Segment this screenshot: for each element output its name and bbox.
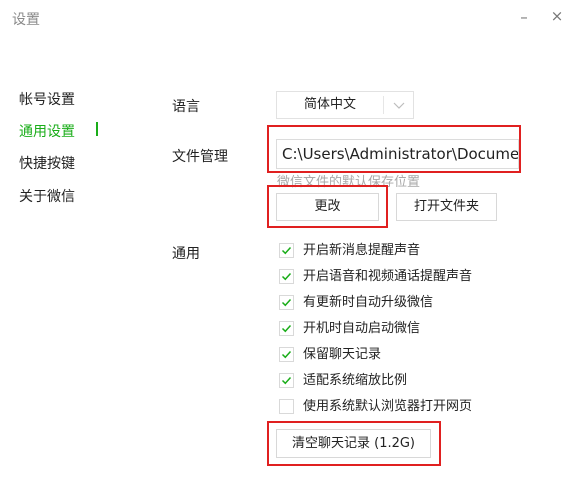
file-management-label: 文件管理 — [172, 149, 228, 165]
option-label: 保留聊天记录 — [303, 347, 382, 362]
checkbox[interactable] — [279, 295, 294, 310]
option-label: 开机时自动启动微信 — [303, 321, 421, 336]
checkbox[interactable] — [279, 399, 294, 414]
sidebar-item-about[interactable]: 关于微信 — [19, 186, 75, 206]
active-indicator — [96, 122, 98, 136]
sidebar-item-general[interactable]: 通用设置 — [19, 121, 75, 141]
window-title: 设置 — [12, 12, 40, 28]
highlight-box-path — [267, 125, 521, 173]
chevron-down-icon[interactable] — [386, 92, 412, 118]
sidebar-item-account[interactable]: 帐号设置 — [19, 89, 75, 109]
option-label: 开启语音和视频通话提醒声音 — [303, 269, 473, 284]
checkbox[interactable] — [279, 269, 294, 284]
language-select[interactable]: 简体中文 — [276, 91, 414, 119]
general-label: 通用 — [172, 246, 200, 262]
option-label: 使用系统默认浏览器打开网页 — [303, 399, 473, 414]
checkbox[interactable] — [279, 373, 294, 388]
option-label: 适配系统缩放比例 — [303, 373, 408, 388]
select-divider — [383, 96, 384, 114]
minimize-icon[interactable]: – — [516, 9, 532, 25]
checkbox[interactable] — [279, 243, 294, 258]
open-folder-button[interactable]: 打开文件夹 — [396, 193, 497, 221]
checkbox[interactable] — [279, 347, 294, 362]
checkbox[interactable] — [279, 321, 294, 336]
sidebar-item-shortcuts[interactable]: 快捷按键 — [19, 153, 75, 173]
close-icon[interactable]: × — [549, 8, 565, 24]
option-label: 开启新消息提醒声音 — [303, 243, 421, 258]
option-label: 有更新时自动升级微信 — [303, 295, 434, 310]
language-label: 语言 — [172, 99, 200, 115]
highlight-box-clear-history — [267, 421, 441, 466]
language-value: 简体中文 — [303, 97, 356, 112]
highlight-box-change — [267, 185, 388, 228]
